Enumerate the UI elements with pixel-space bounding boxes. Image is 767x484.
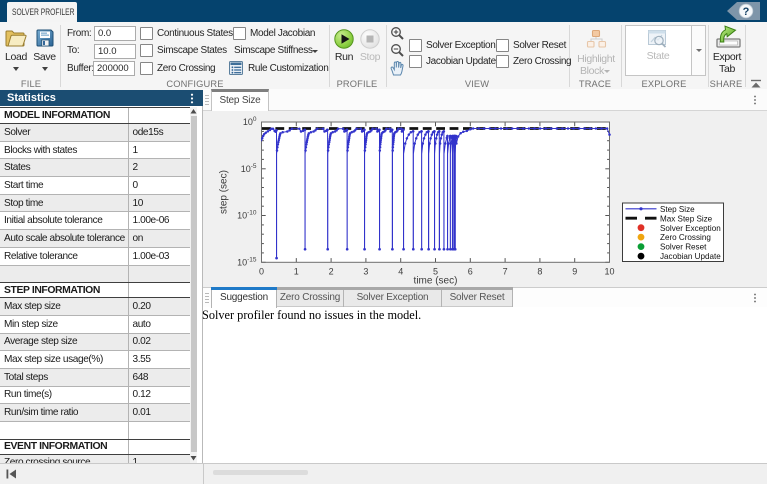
svg-text:Step Size: Step Size xyxy=(660,205,695,214)
svg-text:Jacobian Update: Jacobian Update xyxy=(660,252,721,261)
svg-text:2: 2 xyxy=(329,267,334,277)
svg-text:4: 4 xyxy=(398,267,403,277)
svg-text:3: 3 xyxy=(363,267,368,277)
svg-text:0: 0 xyxy=(259,267,264,277)
svg-text:1: 1 xyxy=(294,267,299,277)
svg-text:6: 6 xyxy=(468,267,473,277)
svg-text:10-15: 10-15 xyxy=(237,256,257,267)
svg-text:Solver Reset: Solver Reset xyxy=(660,243,707,252)
svg-text:9: 9 xyxy=(572,267,577,277)
svg-text:10-5: 10-5 xyxy=(241,163,257,174)
svg-text:10-10: 10-10 xyxy=(237,210,257,221)
svg-text:step (sec): step (sec) xyxy=(219,170,230,214)
svg-text:time (sec): time (sec) xyxy=(414,276,458,287)
svg-text:Solver Exception: Solver Exception xyxy=(660,224,721,233)
svg-text:8: 8 xyxy=(537,267,542,277)
svg-text:10: 10 xyxy=(604,267,614,277)
svg-text:100: 100 xyxy=(243,116,257,127)
svg-text:?: ? xyxy=(743,6,750,18)
svg-text:Max Step Size: Max Step Size xyxy=(660,214,713,223)
svg-text:7: 7 xyxy=(503,267,508,277)
svg-text:Zero Crossing: Zero Crossing xyxy=(660,233,711,242)
